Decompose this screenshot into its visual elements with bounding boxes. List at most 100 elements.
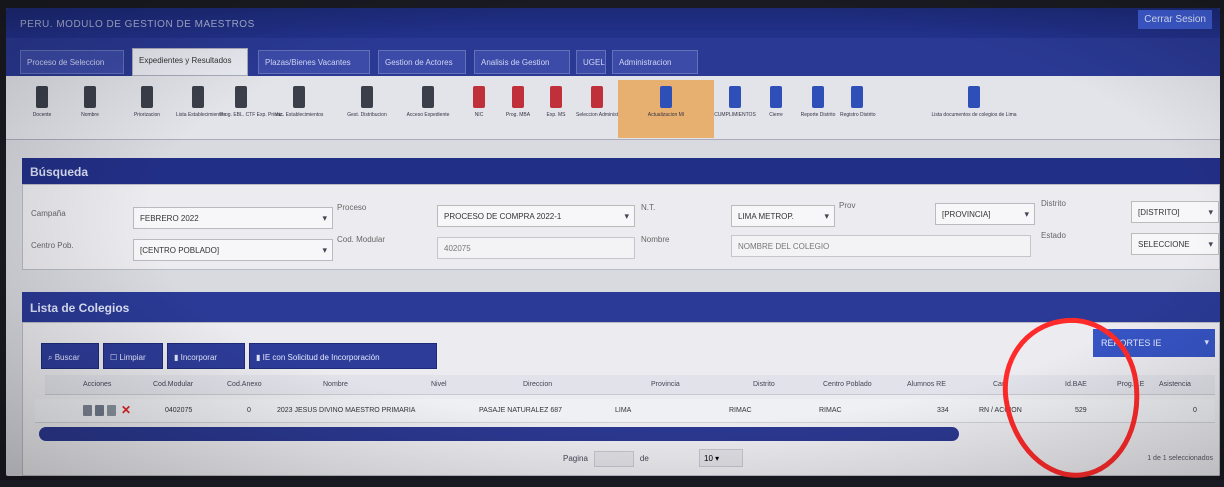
cell-cod-anexo: 0 xyxy=(247,407,251,414)
toolbar-item[interactable]: Docente xyxy=(22,80,62,138)
cell-distrito: RIMAC xyxy=(729,407,752,414)
state-select[interactable]: SELECCIONE ▾ xyxy=(1131,233,1219,255)
file-blue-icon xyxy=(851,86,863,108)
file-blue-icon xyxy=(660,86,672,108)
modcode-label: Cod. Modular xyxy=(337,235,386,244)
request-incorporation-button[interactable]: ▮ IE con Solicitud de Incorporación xyxy=(249,343,437,369)
toolbar-item-label: Prog. EBL. CTF Exp. Prioriz. xyxy=(220,112,284,118)
toolbar-item[interactable]: Exp. MS xyxy=(536,80,576,138)
lock-icon xyxy=(36,86,48,108)
toolbar-item[interactable]: Vac. Establecimientos xyxy=(262,80,336,138)
file-blue-icon xyxy=(729,86,741,108)
per-page-value: 10 xyxy=(704,454,713,463)
lock-icon xyxy=(84,86,96,108)
request-button-label: IE con Solicitud de Incorporación xyxy=(262,353,380,362)
per-page-select[interactable]: 10 ▾ xyxy=(699,449,743,467)
campaign-select[interactable]: FEBRERO 2022 ▾ xyxy=(133,207,333,229)
toolbar-item[interactable]: Actualizacion MI xyxy=(618,80,714,138)
modcode-input[interactable]: 402075 xyxy=(437,237,635,259)
prov-select[interactable]: [PROVINCIA] ▾ xyxy=(935,203,1035,225)
clear-button[interactable]: ☐ Limpiar xyxy=(103,343,163,369)
tab-expedientes[interactable]: Expedientes y Resultados xyxy=(132,48,248,76)
school-name-input[interactable]: NOMBRE DEL COLEGIO xyxy=(731,235,1031,257)
tab-actores[interactable]: Gestion de Actores xyxy=(378,50,466,74)
state-value: SELECCIONE xyxy=(1138,240,1190,249)
toolbar-item-label: Priorizacion xyxy=(133,112,161,118)
toolbar-item-label: Actualizacion MI xyxy=(647,112,685,118)
lock-icon xyxy=(141,86,153,108)
toolbar-item[interactable]: Priorizacion xyxy=(118,80,176,138)
toolbar-item-label: Registro Distrito xyxy=(840,112,876,118)
toolbar-item[interactable]: NIC xyxy=(458,80,500,138)
tab-analisis[interactable]: Analisis de Gestion xyxy=(474,50,570,74)
incorporate-button[interactable]: ▮ Incorporar xyxy=(167,343,245,369)
toolbar-item[interactable]: Prog. EBL. CTF Exp. Prioriz. xyxy=(220,80,284,138)
name-label: Nombre xyxy=(641,235,670,244)
edit-icon[interactable] xyxy=(95,405,104,416)
chevron-down-icon: ▾ xyxy=(1208,207,1213,217)
district-value: [DISTRITO] xyxy=(1138,208,1180,217)
chevron-down-icon: ▾ xyxy=(1204,337,1209,347)
lock-red-icon xyxy=(473,86,485,108)
col-nombre: Nombre xyxy=(323,381,348,388)
tab-ugel[interactable]: UGEL xyxy=(576,50,606,74)
toolbar-item[interactable]: Reporte Distrito xyxy=(796,80,840,138)
col-centro-poblado: Centro Poblado xyxy=(823,381,872,388)
col-provincia: Provincia xyxy=(651,381,680,388)
cell-nombre: 2023 JESUS DIVINO MAESTRO PRIMARIA xyxy=(277,407,416,414)
toolbar-item-label: NIC xyxy=(474,112,484,118)
toolbar-item-label: Prog. MBA xyxy=(505,112,531,118)
center-select[interactable]: [CENTRO POBLADO] ▾ xyxy=(133,239,333,261)
cell-provincia: LIMA xyxy=(615,407,632,414)
file-blue-icon xyxy=(770,86,782,108)
table-header xyxy=(45,375,1215,395)
toolbar-item[interactable]: Lista documentos de colegios de Lima xyxy=(874,80,1074,138)
nt-label: N.T. xyxy=(641,203,656,212)
view-icon[interactable] xyxy=(83,405,92,416)
document-icon[interactable] xyxy=(107,405,116,416)
toolbar-item[interactable]: Gest. Distribucion xyxy=(336,80,398,138)
search-button[interactable]: ⌕ Buscar xyxy=(41,343,99,369)
chevron-down-icon: ▾ xyxy=(824,211,829,221)
logout-button[interactable]: Cerrar Sesion xyxy=(1138,10,1212,29)
tab-plazas[interactable]: Plazas/Bienes Vacantes xyxy=(258,50,370,74)
school-list: ⌕ Buscar ☐ Limpiar ▮ Incorporar ▮ IE con… xyxy=(22,322,1220,476)
toolbar-item-label: Cierre xyxy=(769,112,783,118)
process-select[interactable]: PROCESO DE COMPRA 2022-1 ▾ xyxy=(437,205,635,227)
delete-icon[interactable]: ✕ xyxy=(121,403,131,417)
toolbar-item-label: Exp. MS xyxy=(546,112,566,118)
table-row[interactable]: ✕ 0402075 0 2023 JESUS DIVINO MAESTRO PR… xyxy=(35,399,1215,423)
toolbar-item[interactable]: Lista Establecimientos xyxy=(176,80,226,138)
tab-administracion[interactable]: Administracion xyxy=(612,50,698,74)
toolbar-item[interactable]: Cierre xyxy=(756,80,796,138)
toolbar-item[interactable]: Seleccion Administrativa xyxy=(576,80,630,138)
tab-proceso-seleccion[interactable]: Proceso de Seleccion xyxy=(20,50,124,74)
campaign-value: FEBRERO 2022 xyxy=(140,214,199,223)
toolbar-item-label: Docente xyxy=(32,112,52,118)
title-bar: PERU. MODULO DE GESTION DE MAESTROS Cerr… xyxy=(6,8,1220,38)
process-label: Proceso xyxy=(337,203,367,212)
cell-cant: RN / ACCION xyxy=(979,407,1022,414)
horizontal-scrollbar[interactable] xyxy=(39,427,959,441)
nt-select[interactable]: LIMA METROP. ▾ xyxy=(731,205,835,227)
cell-centro-poblado: RIMAC xyxy=(819,407,842,414)
nt-value: LIMA METROP. xyxy=(738,212,794,221)
page-number-input[interactable] xyxy=(593,451,634,467)
toolbar-item-label: Acceso Expediente xyxy=(406,112,450,118)
toolbar-item[interactable]: Nombre xyxy=(62,80,118,138)
toolbar-item[interactable]: Registro Distrito xyxy=(840,80,876,138)
search-form: Campaña FEBRERO 2022 ▾ Proceso PROCESO DE… xyxy=(22,184,1220,270)
lock-icon xyxy=(361,86,373,108)
toolbar-item[interactable]: Prog. MBA xyxy=(500,80,536,138)
toolbar-item[interactable]: Acceso Expediente xyxy=(398,80,458,138)
toolbar-item-label: Gest. Distribucion xyxy=(347,112,387,118)
col-acciones: Acciones xyxy=(83,381,112,388)
district-select[interactable]: [DISTRITO] ▾ xyxy=(1131,201,1219,223)
process-value: PROCESO DE COMPRA 2022-1 xyxy=(444,212,562,221)
cell-alumnos: 334 xyxy=(937,407,949,414)
reports-dropdown[interactable]: REPORTES IE ▾ xyxy=(1093,329,1215,357)
clear-button-label: Limpiar xyxy=(119,353,146,362)
toolbar-item[interactable]: CUMPLIMIENTOS xyxy=(714,80,756,138)
toolbar: Docente Nombre Priorizacion Lista Estableci… xyxy=(6,76,1220,140)
lock-red-icon xyxy=(591,86,603,108)
